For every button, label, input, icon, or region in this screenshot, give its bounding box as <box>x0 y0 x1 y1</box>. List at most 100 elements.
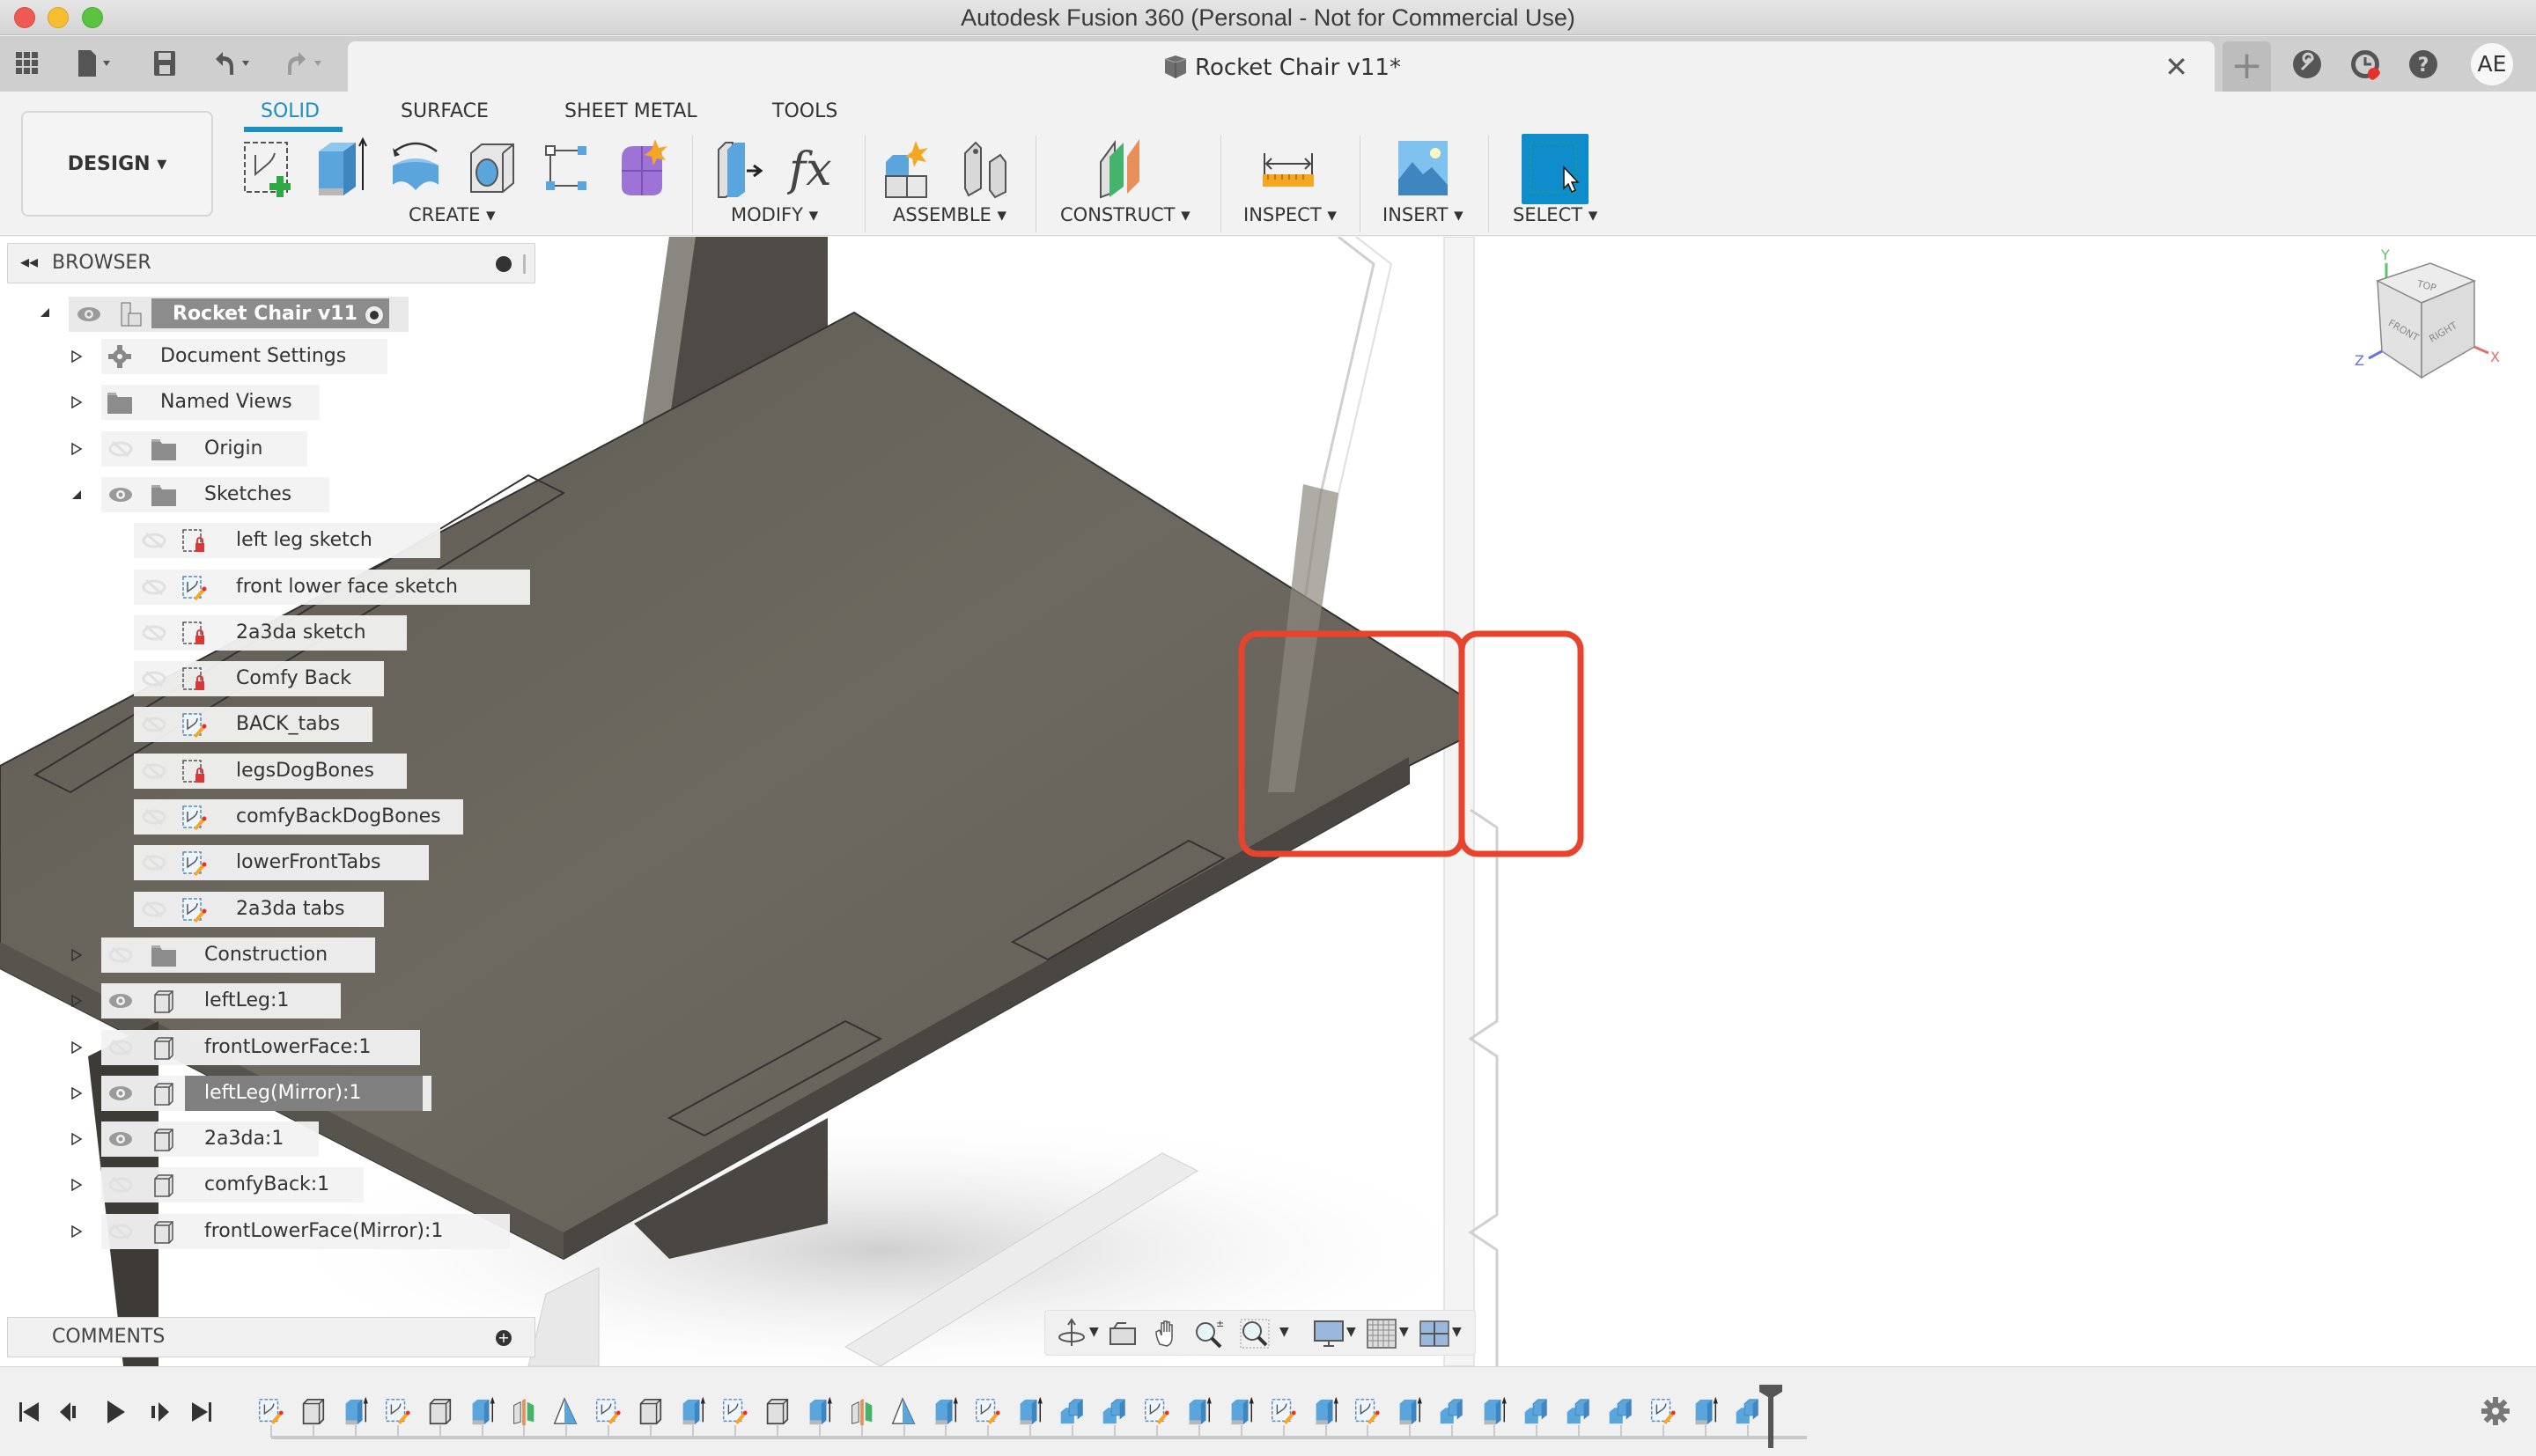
timeline-combine-feature[interactable] <box>1605 1397 1635 1427</box>
collapsed-triangle-icon[interactable] <box>70 1224 83 1238</box>
timeline-combine-feature[interactable] <box>1521 1397 1551 1427</box>
timeline-combine-feature[interactable] <box>1732 1397 1762 1427</box>
press-pull-icon[interactable] <box>711 136 770 201</box>
browser-node[interactable]: legsDogBones <box>0 753 546 789</box>
browser-node[interactable]: left leg sketch <box>0 523 546 559</box>
browser-node[interactable]: Construction <box>0 937 546 973</box>
collapsed-triangle-icon[interactable] <box>70 1041 83 1054</box>
timeline-marker[interactable] <box>1768 1385 1773 1448</box>
timeline-sketch-feature[interactable] <box>382 1397 412 1427</box>
timeline-mirror-feature[interactable] <box>508 1397 538 1427</box>
next-icon[interactable] <box>144 1399 171 1425</box>
look-at-icon[interactable] <box>1107 1318 1139 1349</box>
modify-menu[interactable]: MODIFY ▾ <box>731 204 818 225</box>
hidden-eye-icon[interactable] <box>141 901 167 918</box>
timeline-plane-feature[interactable] <box>888 1397 918 1427</box>
timeline-sketch-feature[interactable] <box>719 1397 749 1427</box>
collapsed-triangle-icon[interactable] <box>70 995 83 1008</box>
timeline-extrude-feature[interactable] <box>340 1397 370 1427</box>
timeline-sketch-feature[interactable] <box>1141 1397 1171 1427</box>
viewports-icon[interactable] <box>1419 1318 1450 1349</box>
timeline-extrude-feature[interactable] <box>930 1397 960 1427</box>
grid-dropdown-icon[interactable]: ▼ <box>1399 1325 1409 1339</box>
hidden-eye-icon[interactable] <box>141 578 167 596</box>
file-menu-button[interactable] <box>70 47 123 80</box>
timeline-sketch-feature[interactable] <box>972 1397 1002 1427</box>
expanded-triangle-icon[interactable] <box>39 306 51 319</box>
hidden-eye-icon[interactable] <box>107 440 134 458</box>
hidden-eye-icon[interactable] <box>141 624 167 642</box>
view-cube[interactable]: Y TOP FRONT RIGHT Z X <box>2342 246 2518 422</box>
browser-node[interactable]: front lower face sketch <box>0 569 546 605</box>
last-icon[interactable] <box>188 1399 215 1425</box>
comments-panel[interactable]: COMMENTS + <box>7 1317 535 1357</box>
timeline-sketch-feature[interactable] <box>593 1397 623 1427</box>
add-comment-icon[interactable]: + <box>496 1330 512 1346</box>
orbit-dropdown-icon[interactable]: ▼ <box>1089 1325 1099 1339</box>
select-button[interactable] <box>1522 134 1589 204</box>
fit-icon[interactable] <box>1239 1318 1271 1349</box>
create-menu[interactable]: CREATE ▾ <box>409 204 496 225</box>
visibility-eye-icon[interactable] <box>107 1085 134 1102</box>
close-tab-button[interactable]: ✕ <box>2164 50 2188 84</box>
collapsed-triangle-icon[interactable] <box>70 350 83 363</box>
collapsed-triangle-icon[interactable] <box>70 1086 83 1099</box>
activate-radio-icon[interactable] <box>363 304 386 327</box>
hidden-eye-icon[interactable] <box>141 670 167 688</box>
insert-menu[interactable]: INSERT ▾ <box>1382 204 1463 225</box>
undo-button[interactable] <box>206 47 259 80</box>
timeline-extrude-feature[interactable] <box>1478 1397 1508 1427</box>
user-avatar[interactable]: AE <box>2471 43 2513 85</box>
timeline-component-feature[interactable] <box>298 1397 328 1427</box>
visibility-eye-icon[interactable] <box>107 486 134 504</box>
hidden-eye-icon[interactable] <box>141 716 167 733</box>
browser-node[interactable]: leftLeg(Mirror):1 <box>0 1075 546 1111</box>
timeline-extrude-feature[interactable] <box>1183 1397 1213 1427</box>
tab-surface[interactable]: SURFACE <box>401 100 489 122</box>
first-icon[interactable] <box>16 1399 42 1425</box>
change-parameters-icon[interactable]: fx <box>787 136 845 201</box>
browser-node[interactable]: lowerFrontTabs <box>0 845 546 881</box>
revolve-icon[interactable] <box>387 136 446 201</box>
collapsed-triangle-icon[interactable] <box>70 1133 83 1146</box>
create-form-icon[interactable] <box>613 136 671 201</box>
zoom-dropdown-icon[interactable]: ▼ <box>1279 1325 1289 1339</box>
hidden-eye-icon[interactable] <box>107 1039 134 1056</box>
save-button[interactable] <box>150 47 180 80</box>
hidden-eye-icon[interactable] <box>107 1176 134 1194</box>
previous-icon[interactable] <box>58 1399 85 1425</box>
hidden-eye-icon[interactable] <box>141 808 167 826</box>
assemble-menu[interactable]: ASSEMBLE ▾ <box>893 204 1006 225</box>
timeline-combine-feature[interactable] <box>1563 1397 1593 1427</box>
zoom-icon[interactable]: ± <box>1193 1318 1225 1349</box>
timeline-mirror-feature[interactable] <box>846 1397 876 1427</box>
browser-node[interactable]: 2a3da tabs <box>0 891 546 927</box>
new-component-icon[interactable] <box>881 136 939 201</box>
timeline-extrude-feature[interactable] <box>1310 1397 1340 1427</box>
timeline-sketch-feature[interactable] <box>255 1397 285 1427</box>
hidden-eye-icon[interactable] <box>141 532 167 549</box>
browser-root-node[interactable]: Rocket Chair v11 <box>39 297 409 332</box>
joint-icon[interactable] <box>956 136 1014 201</box>
browser-node[interactable]: comfyBackDogBones <box>0 799 546 835</box>
tab-sheet-metal[interactable]: SHEET METAL <box>564 100 697 122</box>
hidden-eye-icon[interactable] <box>107 946 134 964</box>
inspect-menu[interactable]: INSPECT ▾ <box>1243 204 1337 225</box>
collapsed-triangle-icon[interactable] <box>70 396 83 409</box>
timeline-extrude-feature[interactable] <box>804 1397 834 1427</box>
browser-node[interactable]: leftLeg:1 <box>0 983 546 1019</box>
viewports-dropdown-icon[interactable]: ▼ <box>1452 1325 1462 1339</box>
browser-node[interactable]: frontLowerFace:1 <box>0 1029 546 1065</box>
job-status-icon[interactable] <box>2348 47 2383 82</box>
display-dropdown-icon[interactable]: ▼ <box>1346 1325 1356 1339</box>
timeline-sketch-feature[interactable] <box>1648 1397 1677 1427</box>
timeline-combine-feature[interactable] <box>1436 1397 1466 1427</box>
visibility-eye-icon[interactable] <box>76 305 102 323</box>
timeline-extrude-feature[interactable] <box>1226 1397 1256 1427</box>
collapsed-triangle-icon[interactable] <box>70 442 83 455</box>
display-settings-icon[interactable] <box>1313 1318 1345 1349</box>
play-icon[interactable] <box>102 1399 129 1425</box>
collapsed-triangle-icon[interactable] <box>70 948 83 961</box>
hidden-eye-icon[interactable] <box>107 1223 134 1240</box>
timeline-sketch-feature[interactable] <box>1352 1397 1382 1427</box>
